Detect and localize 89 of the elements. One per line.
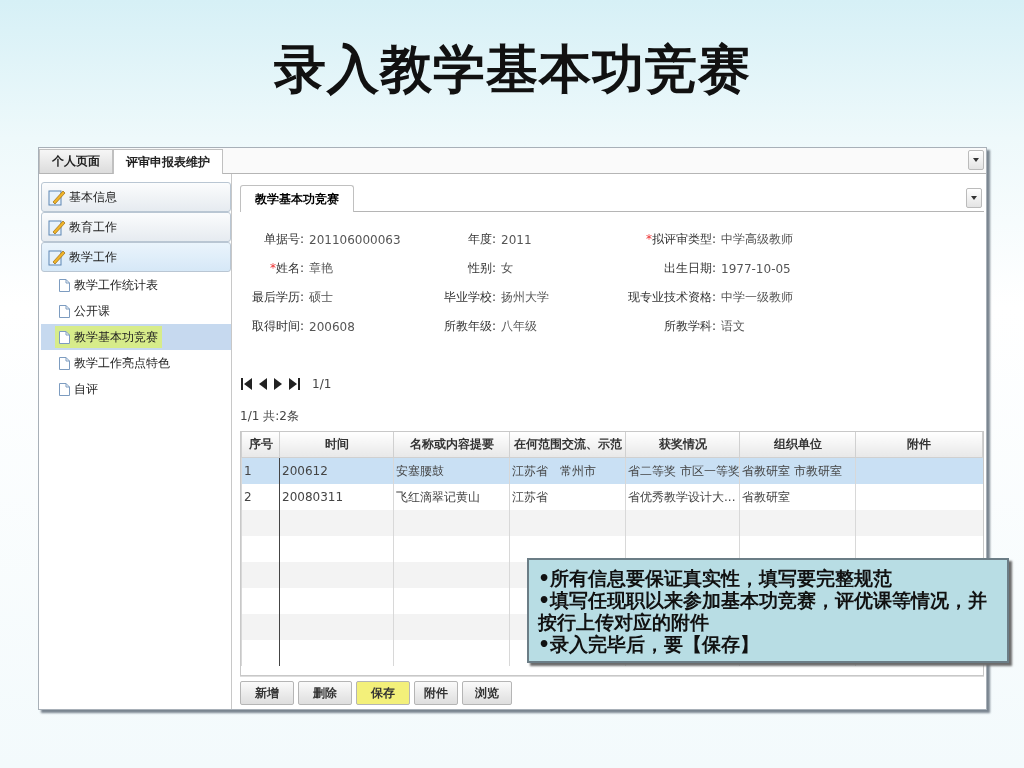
group-label: 基本信息 <box>69 188 117 206</box>
item-label: 教学基本功竞赛 <box>74 328 158 346</box>
column-header: 附件 <box>855 432 983 458</box>
slide-title: 录入教学基本功竞赛 <box>273 37 751 101</box>
table-row[interactable]: 1 200612 安塞腰鼓 江苏省 常州市 省二等奖 市区一等奖 省教研室 市教研室 <box>241 457 983 484</box>
field-label: 所教学科: <box>662 318 716 335</box>
tab[interactable]: 评审申报表维护 <box>113 149 223 174</box>
note-text: •填写任现职以来参加基本功竞赛，评优课等情况，并按行上传对应的附件 <box>538 589 989 633</box>
item-label: 公开课 <box>74 302 110 320</box>
document-icon <box>59 304 70 318</box>
field-label: 现专业技术资格: <box>626 289 716 306</box>
field-value: 扬州大学 <box>501 289 550 306</box>
field-label: 单据号: <box>262 231 304 248</box>
field-label: 年度: <box>466 231 496 248</box>
table-cell: 省教研室 市教研室 <box>742 463 842 478</box>
field-value: 硕士 <box>309 289 334 306</box>
field-label: 出生日期: <box>662 260 716 277</box>
pencil-document-icon <box>48 188 66 206</box>
action-button[interactable]: 新增 <box>240 681 294 705</box>
table-cell: 200612 <box>282 464 328 478</box>
group-label: 教学工作 <box>69 248 117 266</box>
field-value: 200608 <box>309 319 356 334</box>
caret-icon <box>973 158 979 162</box>
item-label: 自评 <box>74 380 98 398</box>
pencil-document-icon <box>48 248 66 266</box>
dropdown-button[interactable] <box>968 150 984 170</box>
field-label: *拟评审类型: <box>644 231 716 248</box>
document-icon <box>59 330 70 344</box>
table-cell: 1 <box>244 464 252 478</box>
note-text: •所有信息要保证真实性，填写要完整规范 <box>538 567 894 589</box>
column-header: 获奖情况 <box>625 432 740 458</box>
field-value: 章艳 <box>309 260 334 277</box>
first-page-button[interactable] <box>240 377 253 391</box>
table-cell: 江苏省 常州市 <box>512 463 596 478</box>
field-label: *姓名: <box>268 260 304 277</box>
field-value: 语文 <box>721 318 746 335</box>
column-header: 时间 <box>279 432 394 458</box>
caret-icon <box>971 196 977 200</box>
field-label: 毕业学校: <box>442 289 496 306</box>
item-label: 教学工作亮点特色 <box>74 354 170 372</box>
field-value: 201106000063 <box>309 232 402 247</box>
table-cell: 省优秀教学设计大... <box>628 489 736 504</box>
action-button[interactable]: 保存 <box>356 681 410 705</box>
field-value: 中学一级教师 <box>721 289 794 306</box>
table-row[interactable]: 2 20080311 飞红滴翠记黄山 江苏省 省优秀教学设计大... 省教研室 <box>241 484 983 510</box>
page-indicator: 1/1 <box>312 377 332 391</box>
tab[interactable]: 教学基本功竞赛 <box>240 185 354 212</box>
field-label: 最后学历: <box>250 289 304 306</box>
table-cell: 省教研室 <box>742 489 790 504</box>
action-button[interactable]: 附件 <box>414 681 458 705</box>
sidebar-item[interactable]: 教学基本功竞赛 <box>41 324 231 350</box>
column-header: 名称或内容提要 <box>393 432 510 458</box>
field-value: 1977-10-05 <box>721 261 792 276</box>
sidebar-item[interactable]: 公开课 <box>41 298 231 324</box>
table-cell: 安塞腰鼓 <box>396 463 444 478</box>
field-value: 女 <box>501 260 514 277</box>
sidebar-item[interactable]: 教学工作亮点特色 <box>41 350 231 376</box>
group-label: 教育工作 <box>69 218 117 236</box>
field-label: 所教年级: <box>442 318 496 335</box>
field-value: 2011 <box>501 232 533 247</box>
table-cell: 江苏省 <box>512 489 548 504</box>
action-button[interactable]: 删除 <box>298 681 352 705</box>
table-cell: 2 <box>244 490 252 504</box>
document-icon <box>59 278 70 292</box>
sidebar-group-header[interactable]: 教育工作 <box>41 212 231 242</box>
field-label: 性别: <box>466 260 496 277</box>
dropdown-button[interactable] <box>966 188 982 208</box>
item-label: 教学工作统计表 <box>74 276 158 294</box>
table-cell: 飞红滴翠记黄山 <box>396 489 480 504</box>
document-icon <box>59 382 70 396</box>
record-count: 1/1 共:2条 <box>240 408 300 425</box>
table-cell: 20080311 <box>282 490 344 504</box>
action-button[interactable]: 浏览 <box>462 681 512 705</box>
last-page-button[interactable] <box>288 377 301 391</box>
sidebar-item[interactable]: 教学工作统计表 <box>41 272 231 298</box>
column-header: 序号 <box>241 432 280 458</box>
field-value: 中学高级教师 <box>721 231 794 248</box>
column-header: 在何范围交流、示范 <box>509 432 626 458</box>
sidebar-group-header[interactable]: 基本信息 <box>41 182 231 212</box>
document-icon <box>59 356 70 370</box>
table-cell: 省二等奖 市区一等奖 <box>628 463 740 478</box>
sidebar-item[interactable]: 自评 <box>41 376 231 402</box>
column-header: 组织单位 <box>739 432 856 458</box>
pencil-document-icon <box>48 218 66 236</box>
note-text: •录入完毕后，要【保存】 <box>538 633 761 655</box>
field-label: 取得时间: <box>250 318 304 335</box>
tab[interactable]: 个人页面 <box>39 149 113 173</box>
sidebar-group-header[interactable]: 教学工作 <box>41 242 231 272</box>
field-value: 八年级 <box>501 318 538 335</box>
